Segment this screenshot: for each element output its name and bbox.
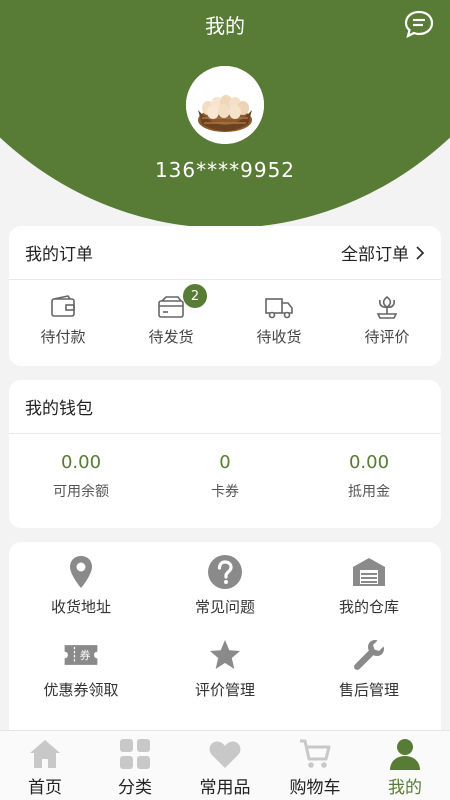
service-label: 售后管理: [338, 681, 399, 699]
tab-label: 首页: [28, 778, 62, 798]
user-icon: [390, 739, 420, 770]
service-label: 收货地址: [50, 598, 111, 616]
service-address[interactable]: 收货地址: [9, 554, 153, 617]
order-label: 待发货: [148, 328, 194, 346]
wallet-icon: [51, 295, 75, 317]
avatar[interactable]: [186, 66, 264, 144]
question-circle-icon: [207, 554, 243, 590]
wallet-label: 卡券: [211, 484, 239, 500]
tab-category[interactable]: 分类: [90, 731, 180, 800]
order-pending-receipt[interactable]: 待收货: [229, 294, 329, 347]
all-orders-link[interactable]: 全部订单: [341, 240, 425, 265]
tab-favorites[interactable]: 常用品: [180, 731, 270, 800]
wallet-balance[interactable]: 0.00 可用余额: [16, 452, 146, 501]
grid-icon: [120, 739, 150, 769]
all-orders-label: 全部订单: [341, 245, 409, 265]
order-label: 待付款: [40, 328, 86, 346]
wallet-credit[interactable]: 0.00 抵用金: [304, 452, 434, 501]
order-label: 待评价: [364, 328, 410, 346]
order-pending-shipment[interactable]: 2 待发货: [121, 284, 221, 347]
wallet-title: 我的钱包: [25, 399, 93, 419]
tab-label: 常用品: [199, 778, 251, 798]
order-pending-review[interactable]: 待评价: [337, 294, 437, 347]
truck-icon: [265, 298, 293, 319]
heart-icon: [209, 741, 241, 768]
tab-home[interactable]: 首页: [0, 731, 90, 800]
user-phone: 136****9952: [154, 158, 296, 182]
service-label: 优惠券领取: [43, 681, 119, 699]
service-after-sales[interactable]: 售后管理: [297, 637, 441, 700]
tab-label: 购物车: [289, 778, 341, 798]
warehouse-icon: [351, 554, 387, 590]
service-label: 评价管理: [194, 681, 255, 699]
cart-icon: [300, 739, 331, 768]
shipment-count-badge: 2: [183, 284, 207, 308]
wallet-value: 0.00: [348, 452, 390, 473]
card-icon: [158, 296, 184, 318]
service-faq[interactable]: 常见问题: [153, 554, 297, 617]
bottom-tab-bar: 首页 分类 常用品 购物车 我的: [0, 730, 450, 800]
coupon-icon: 券: [63, 637, 99, 673]
wallet-label: 抵用金: [348, 484, 390, 500]
wallet-value: 0.00: [60, 452, 102, 473]
service-coupons[interactable]: 券 优惠券领取: [9, 637, 153, 700]
services-card: 收货地址 常见问题 我的仓库 券 优惠券领取 评价管理 售后管理: [9, 542, 441, 742]
tab-label: 分类: [118, 778, 152, 798]
tab-mine[interactable]: 我的: [360, 731, 450, 800]
wallet-value: 0: [219, 452, 231, 473]
wrench-icon: [351, 637, 387, 673]
tab-cart[interactable]: 购物车: [270, 731, 360, 800]
star-icon: [207, 637, 243, 673]
orders-card: 我的订单 全部订单 待付款 2 待发货 待收货 待评价: [9, 226, 441, 366]
home-icon: [30, 740, 60, 768]
wallet-card: 我的钱包 0.00 可用余额 0 卡券 0.00 抵用金: [9, 380, 441, 528]
coupon-icon-text: 券: [80, 649, 91, 662]
orders-title: 我的订单: [25, 245, 93, 265]
order-label: 待收货: [256, 328, 302, 346]
wallet-coupons[interactable]: 0 卡券: [160, 452, 290, 501]
tab-label: 我的: [388, 778, 422, 798]
message-icon[interactable]: [404, 10, 434, 39]
order-pending-payment[interactable]: 待付款: [13, 294, 113, 347]
flower-icon: [376, 295, 398, 319]
wallet-label: 可用余额: [53, 484, 109, 500]
service-label: 我的仓库: [338, 598, 399, 616]
page-title: 我的: [205, 14, 245, 38]
chevron-right-icon: [416, 245, 425, 260]
profile-header: 我的 136****9952: [0, 0, 450, 228]
location-pin-icon: [63, 554, 99, 590]
service-reviews[interactable]: 评价管理: [153, 637, 297, 700]
service-warehouse[interactable]: 我的仓库: [297, 554, 441, 617]
service-label: 常见问题: [194, 598, 255, 616]
